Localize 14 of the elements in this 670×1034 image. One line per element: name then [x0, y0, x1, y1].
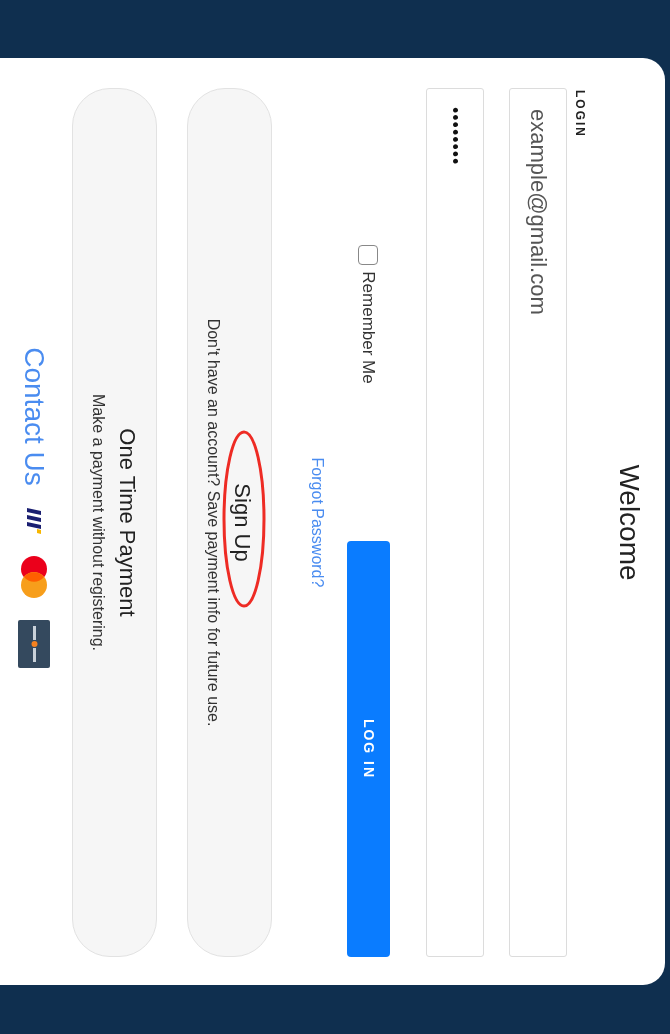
- option-title: One Time Payment: [114, 428, 141, 617]
- remember-checkbox[interactable]: [358, 245, 379, 266]
- option-card[interactable]: One Time Payment Make a payment without registering.: [72, 88, 157, 957]
- option-subtitle: Don't have an account? Save payment info for future use.: [204, 318, 224, 727]
- login-button[interactable]: LOG IN: [347, 541, 390, 957]
- mastercard-logo: [21, 555, 47, 598]
- option-title: Sign Up: [229, 483, 256, 562]
- email-field[interactable]: example@gmail.com: [509, 88, 567, 957]
- welcome-title: Welcome: [613, 464, 645, 581]
- remember-label: Remember Me: [358, 271, 380, 384]
- password-field[interactable]: ••••••••: [426, 88, 484, 957]
- login-label: LOGIN: [573, 90, 587, 140]
- option-subtitle: Make a payment without registering.: [89, 394, 109, 651]
- option-card[interactable]: Sign Up Don't have an account? Save payment info for future use.: [187, 88, 272, 957]
